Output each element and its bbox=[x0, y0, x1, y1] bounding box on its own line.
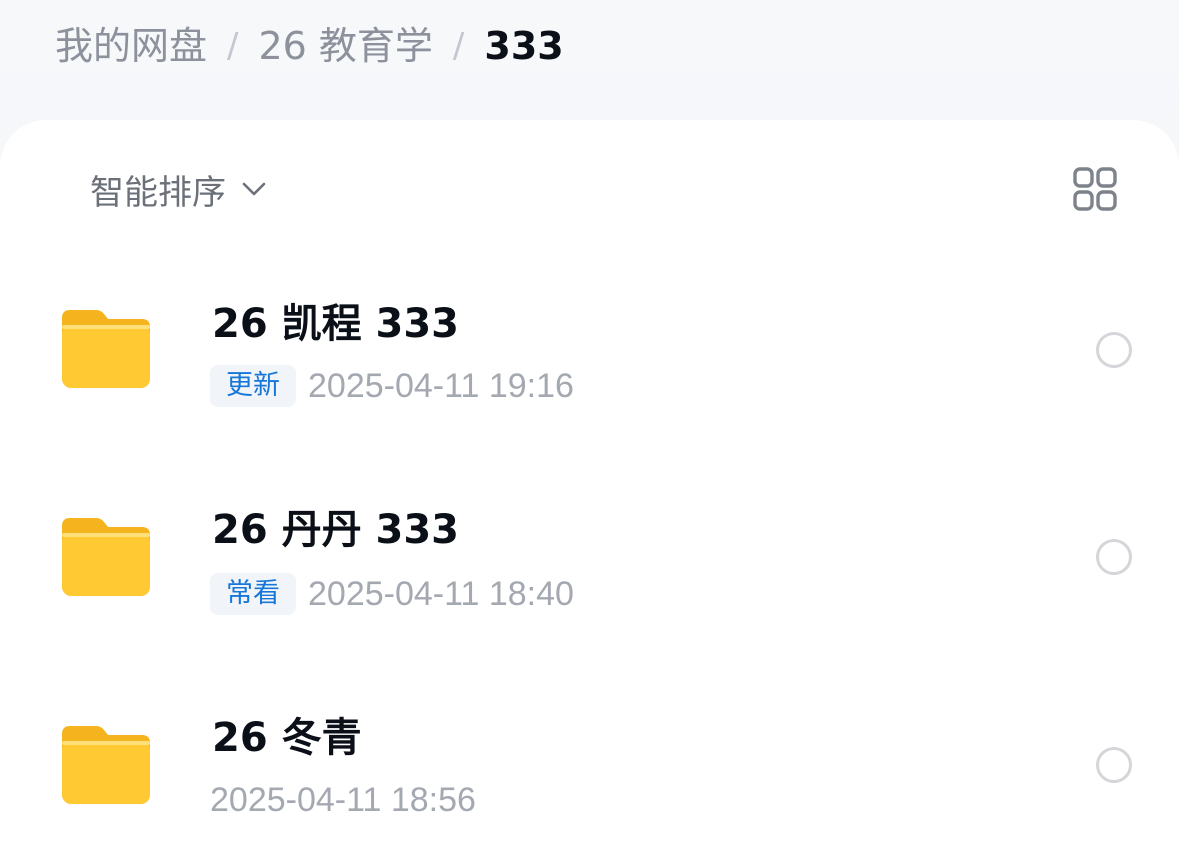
sort-button[interactable]: 智能排序 bbox=[90, 164, 268, 214]
folder-icon bbox=[62, 310, 150, 388]
grid-view-icon[interactable] bbox=[1072, 166, 1118, 212]
status-badge: 更新 bbox=[210, 365, 296, 407]
select-radio[interactable] bbox=[1096, 539, 1132, 575]
folder-icon bbox=[62, 726, 150, 804]
file-timestamp: 2025-04-11 18:40 bbox=[308, 574, 574, 613]
file-name: 26 冬青 bbox=[212, 715, 362, 761]
breadcrumb-item-my-drive[interactable]: 我的网盘 bbox=[55, 18, 207, 74]
select-radio[interactable] bbox=[1096, 747, 1132, 783]
status-badge: 常看 bbox=[210, 573, 296, 615]
breadcrumb-separator: / bbox=[227, 26, 239, 66]
file-name: 26 丹丹 333 bbox=[212, 507, 460, 553]
sort-label: 智能排序 bbox=[90, 172, 226, 213]
breadcrumb-item-education[interactable]: 26 教育学 bbox=[258, 18, 432, 74]
file-meta: 更新 2025-04-11 19:16 bbox=[210, 364, 574, 408]
list-item[interactable]: 26 凯程 333 更新 2025-04-11 19:16 bbox=[0, 270, 1179, 430]
list-item[interactable]: 26 丹丹 333 常看 2025-04-11 18:40 bbox=[0, 478, 1179, 638]
file-meta: 常看 2025-04-11 18:40 bbox=[210, 572, 574, 616]
file-meta: 2025-04-11 18:56 bbox=[210, 778, 476, 822]
file-timestamp: 2025-04-11 18:56 bbox=[210, 780, 476, 819]
file-name: 26 凯程 333 bbox=[212, 301, 460, 347]
chevron-down-icon bbox=[242, 182, 266, 196]
folder-icon bbox=[62, 518, 150, 596]
file-timestamp: 2025-04-11 19:16 bbox=[308, 366, 574, 405]
breadcrumb-separator: / bbox=[452, 26, 465, 66]
list-item[interactable]: 26 冬青 2025-04-11 18:56 bbox=[0, 686, 1179, 846]
breadcrumb: 我的网盘 / 26 教育学 / 333 bbox=[55, 18, 564, 74]
breadcrumb-current: 333 bbox=[484, 24, 564, 68]
select-radio[interactable] bbox=[1096, 332, 1132, 368]
